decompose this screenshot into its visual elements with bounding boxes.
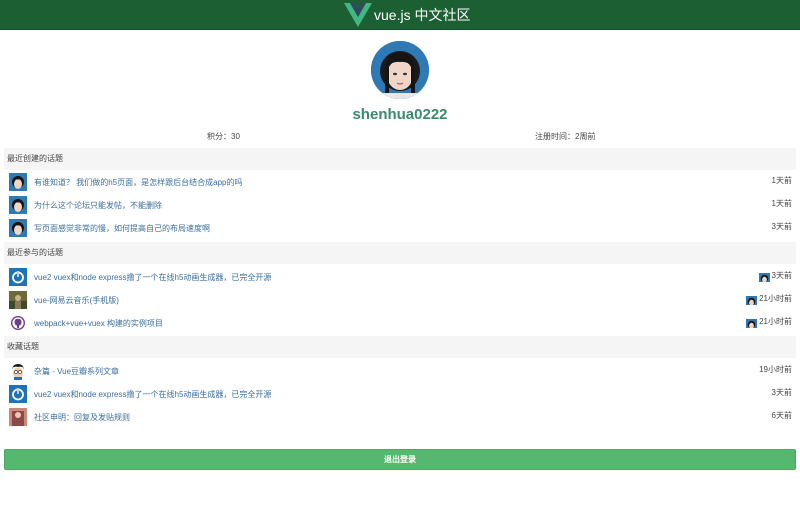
- topic-time: 19小时前: [759, 365, 792, 374]
- topic-time: 3天前: [771, 388, 792, 397]
- topic-link[interactable]: webpack+vue+vuex 构建的实例项目: [34, 318, 163, 330]
- last-reply: 21小时前: [746, 292, 792, 306]
- topic-time: 1天前: [771, 199, 792, 208]
- topic-link[interactable]: 有谁知道？ 我们做的h5页面，是怎样跟后台结合成app的吗: [34, 177, 242, 189]
- replier-avatar-icon[interactable]: [758, 271, 770, 282]
- list-item[interactable]: webpack+vue+vuex 构建的实例项目 21小时前: [4, 311, 796, 334]
- section-created-title: 最近创建的话题: [4, 148, 796, 170]
- profile-avatar: [371, 41, 429, 99]
- user-avatar-icon: [9, 219, 27, 237]
- logout-button[interactable]: 退出登录: [4, 449, 796, 470]
- topic-link[interactable]: 社区申明：回复及发贴规则: [34, 412, 130, 424]
- topic-time: 21小时前: [759, 294, 792, 303]
- replier-avatar-icon[interactable]: [746, 294, 758, 305]
- list-item[interactable]: 社区申明：回复及发贴规则 6天前: [4, 405, 796, 428]
- github-icon: [9, 314, 27, 332]
- topic-link[interactable]: vue-网易云音乐(手机版): [34, 295, 119, 307]
- photo-avatar-icon: [9, 291, 27, 309]
- topic-link[interactable]: vue2 vuex和node express撸了一个在线h5动画生成器，已完全开…: [34, 389, 271, 401]
- photo-avatar-icon: [9, 408, 27, 426]
- user-avatar-icon: [9, 196, 27, 214]
- topic-link[interactable]: 写页面感觉非常的慢，如何提高自己的布局速度啊: [34, 223, 210, 235]
- last-reply: 21小时前: [746, 315, 792, 329]
- top-bar: vue.js 中文社区: [0, 0, 800, 30]
- list-item[interactable]: 杂篇 - Vue豆瓣系列文章 19小时前: [4, 359, 796, 382]
- topic-link[interactable]: 杂篇 - Vue豆瓣系列文章: [34, 366, 119, 378]
- topic-time: 6天前: [771, 411, 792, 420]
- topic-time: 1天前: [771, 176, 792, 185]
- list-item[interactable]: vue-网易云音乐(手机版) 21小时前: [4, 288, 796, 311]
- profile-score: 积分：30: [207, 132, 240, 141]
- power-icon: [9, 268, 27, 286]
- list-item[interactable]: vue2 vuex和node express撸了一个在线h5动画生成器，已完全开…: [4, 265, 796, 288]
- list-item[interactable]: vue2 vuex和node express撸了一个在线h5动画生成器，已完全开…: [4, 382, 796, 405]
- vue-logo-icon[interactable]: [344, 3, 372, 27]
- brand-title[interactable]: vue.js 中文社区: [374, 6, 470, 24]
- topic-time: 3天前: [771, 222, 792, 231]
- topic-time: 21小时前: [759, 317, 792, 326]
- replier-avatar-icon[interactable]: [746, 317, 758, 328]
- user-avatar-icon: [9, 173, 27, 191]
- list-item[interactable]: 为什么这个论坛只能发帖，不能删除 1天前: [4, 193, 796, 216]
- list-item[interactable]: 有谁知道？ 我们做的h5页面，是怎样跟后台结合成app的吗 1天前: [4, 170, 796, 193]
- topic-link[interactable]: 为什么这个论坛只能发帖，不能删除: [34, 200, 162, 212]
- power-icon: [9, 385, 27, 403]
- section-joined-title: 最近参与的话题: [4, 242, 796, 264]
- topic-time: 3天前: [771, 271, 792, 280]
- section-favorites-title: 收藏话题: [4, 336, 796, 358]
- profile-username: shenhua0222: [352, 106, 448, 123]
- topic-link[interactable]: vue2 vuex和node express撸了一个在线h5动画生成器，已完全开…: [34, 272, 271, 284]
- list-item[interactable]: 写页面感觉非常的慢，如何提高自己的布局速度啊 3天前: [4, 216, 796, 239]
- last-reply: 3天前: [758, 269, 792, 283]
- cartoon-avatar-icon: [9, 362, 27, 380]
- profile-registered: 注册时间：2周前: [535, 132, 596, 141]
